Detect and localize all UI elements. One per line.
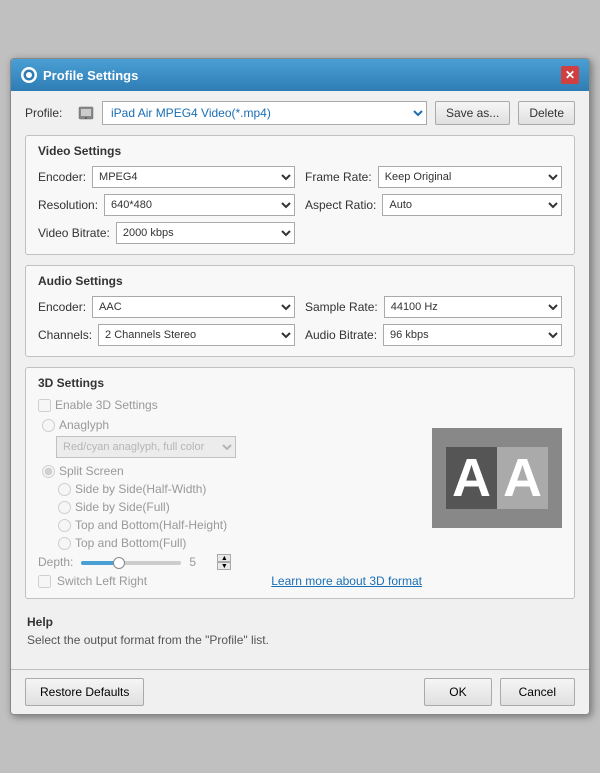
3d-left-panel: Enable 3D Settings Anaglyph Red/cyan ana… xyxy=(38,398,422,588)
depth-label: Depth: xyxy=(38,555,73,569)
audio-encoder-row: Encoder: AAC xyxy=(38,296,295,318)
footer-right: OK Cancel xyxy=(424,678,575,706)
sample-rate-label: Sample Rate: xyxy=(305,300,378,314)
ok-button[interactable]: OK xyxy=(424,678,491,706)
depth-value: 5 xyxy=(189,555,209,569)
enable-3d-label: Enable 3D Settings xyxy=(55,398,158,412)
dialog-footer: Restore Defaults OK Cancel xyxy=(11,669,589,714)
resolution-label: Resolution: xyxy=(38,198,98,212)
learn-more-link[interactable]: Learn more about 3D format xyxy=(271,574,422,588)
3d-settings-title: 3D Settings xyxy=(38,376,562,390)
help-section: Help Select the output format from the "… xyxy=(25,609,575,653)
side-by-side-full-label: Side by Side(Full) xyxy=(75,500,170,514)
audio-settings-title: Audio Settings xyxy=(38,274,562,288)
depth-track xyxy=(81,561,181,565)
audio-settings-grid: Encoder: AAC Sample Rate: 44100 Hz Chann… xyxy=(38,296,562,346)
app-icon xyxy=(21,67,37,83)
top-bottom-half-row: Top and Bottom(Half-Height) xyxy=(38,518,422,532)
delete-button[interactable]: Delete xyxy=(518,101,575,125)
split-screen-row: Split Screen xyxy=(38,464,422,478)
split-screen-label: Split Screen xyxy=(59,464,124,478)
encoder-dropdown[interactable]: MPEG4 xyxy=(92,166,295,188)
3d-content: Enable 3D Settings Anaglyph Red/cyan ana… xyxy=(38,398,562,588)
top-bottom-full-radio[interactable] xyxy=(58,537,71,550)
side-by-side-half-row: Side by Side(Half-Width) xyxy=(38,482,422,496)
side-by-side-full-radio[interactable] xyxy=(58,501,71,514)
title-bar: Profile Settings ✕ xyxy=(11,59,589,91)
frame-rate-dropdown[interactable]: Keep Original xyxy=(378,166,562,188)
switch-left-right-label: Switch Left Right xyxy=(57,574,147,588)
save-as-button[interactable]: Save as... xyxy=(435,101,510,125)
profile-label: Profile: xyxy=(25,106,70,120)
audio-encoder-dropdown[interactable]: AAC xyxy=(92,296,295,318)
help-title: Help xyxy=(27,615,573,629)
video-bitrate-dropdown[interactable]: 2000 kbps xyxy=(116,222,295,244)
aspect-ratio-row: Aspect Ratio: Auto xyxy=(305,194,562,216)
restore-defaults-button[interactable]: Restore Defaults xyxy=(25,678,144,706)
cancel-button[interactable]: Cancel xyxy=(500,678,575,706)
anaglyph-radio[interactable] xyxy=(42,419,55,432)
top-bottom-full-row: Top and Bottom(Full) xyxy=(38,536,422,550)
depth-row: Depth: 5 ▲ ▼ xyxy=(38,554,422,570)
depth-up-button[interactable]: ▲ xyxy=(217,554,231,562)
side-by-side-half-label: Side by Side(Half-Width) xyxy=(75,482,206,496)
split-screen-radio[interactable] xyxy=(42,465,55,478)
top-bottom-half-radio[interactable] xyxy=(58,519,71,532)
switch-row: Switch Left Right Learn more about 3D fo… xyxy=(38,574,422,588)
anaglyph-label: Anaglyph xyxy=(59,418,109,432)
audio-settings-section: Audio Settings Encoder: AAC Sample Rate:… xyxy=(25,265,575,357)
title-bar-left: Profile Settings xyxy=(21,67,138,83)
3d-settings-section: 3D Settings Enable 3D Settings Anaglyph xyxy=(25,367,575,599)
channels-row: Channels: 2 Channels Stereo xyxy=(38,324,295,346)
side-by-side-half-radio[interactable] xyxy=(58,483,71,496)
channels-dropdown[interactable]: 2 Channels Stereo xyxy=(98,324,295,346)
encoder-row: Encoder: MPEG4 xyxy=(38,166,295,188)
video-bitrate-label: Video Bitrate: xyxy=(38,226,110,240)
encoder-label: Encoder: xyxy=(38,170,86,184)
resolution-row: Resolution: 640*480 xyxy=(38,194,295,216)
anaglyph-row: Anaglyph xyxy=(38,418,422,432)
profile-dropdown[interactable]: iPad Air MPEG4 Video(*.mp4) xyxy=(102,101,427,125)
top-bottom-half-label: Top and Bottom(Half-Height) xyxy=(75,518,227,532)
aspect-ratio-dropdown[interactable]: Auto xyxy=(382,194,562,216)
anaglyph-dropdown[interactable]: Red/cyan anaglyph, full color xyxy=(56,436,236,458)
audio-bitrate-row: Audio Bitrate: 96 kbps xyxy=(305,324,562,346)
enable-3d-row: Enable 3D Settings xyxy=(38,398,422,412)
top-bottom-full-label: Top and Bottom(Full) xyxy=(75,536,186,550)
3d-preview: A A xyxy=(432,428,562,528)
switch-left-right-checkbox[interactable] xyxy=(38,575,51,588)
preview-right-char: A xyxy=(497,447,548,509)
frame-rate-row: Frame Rate: Keep Original xyxy=(305,166,562,188)
audio-bitrate-label: Audio Bitrate: xyxy=(305,328,377,342)
audio-encoder-label: Encoder: xyxy=(38,300,86,314)
video-settings-title: Video Settings xyxy=(38,144,562,158)
3d-preview-panel: A A xyxy=(432,398,562,588)
profile-icon xyxy=(78,105,94,121)
profile-settings-dialog: Profile Settings ✕ Profile: iPad Air MPE… xyxy=(10,58,590,715)
video-settings-section: Video Settings Encoder: MPEG4 Frame Rate… xyxy=(25,135,575,255)
depth-fill xyxy=(81,561,116,565)
channels-label: Channels: xyxy=(38,328,92,342)
sample-rate-row: Sample Rate: 44100 Hz xyxy=(305,296,562,318)
side-by-side-full-row: Side by Side(Full) xyxy=(38,500,422,514)
audio-bitrate-dropdown[interactable]: 96 kbps xyxy=(383,324,562,346)
depth-spinner: ▲ ▼ xyxy=(217,554,231,570)
aa-display: A A xyxy=(446,447,548,509)
video-settings-grid: Encoder: MPEG4 Frame Rate: Keep Original… xyxy=(38,166,562,244)
video-bitrate-row: Video Bitrate: 2000 kbps xyxy=(38,222,295,244)
frame-rate-label: Frame Rate: xyxy=(305,170,372,184)
aspect-ratio-label: Aspect Ratio: xyxy=(305,198,376,212)
preview-left-char: A xyxy=(446,447,497,509)
close-button[interactable]: ✕ xyxy=(561,66,579,84)
profile-row: Profile: iPad Air MPEG4 Video(*.mp4) Sav… xyxy=(25,101,575,125)
depth-slider-container[interactable] xyxy=(81,557,181,569)
sample-rate-dropdown[interactable]: 44100 Hz xyxy=(384,296,562,318)
dialog-title: Profile Settings xyxy=(43,68,138,83)
depth-down-button[interactable]: ▼ xyxy=(217,562,231,570)
help-text: Select the output format from the "Profi… xyxy=(27,633,573,647)
enable-3d-checkbox[interactable] xyxy=(38,399,51,412)
resolution-dropdown[interactable]: 640*480 xyxy=(104,194,295,216)
depth-thumb[interactable] xyxy=(113,557,125,569)
main-content: Profile: iPad Air MPEG4 Video(*.mp4) Sav… xyxy=(11,91,589,669)
